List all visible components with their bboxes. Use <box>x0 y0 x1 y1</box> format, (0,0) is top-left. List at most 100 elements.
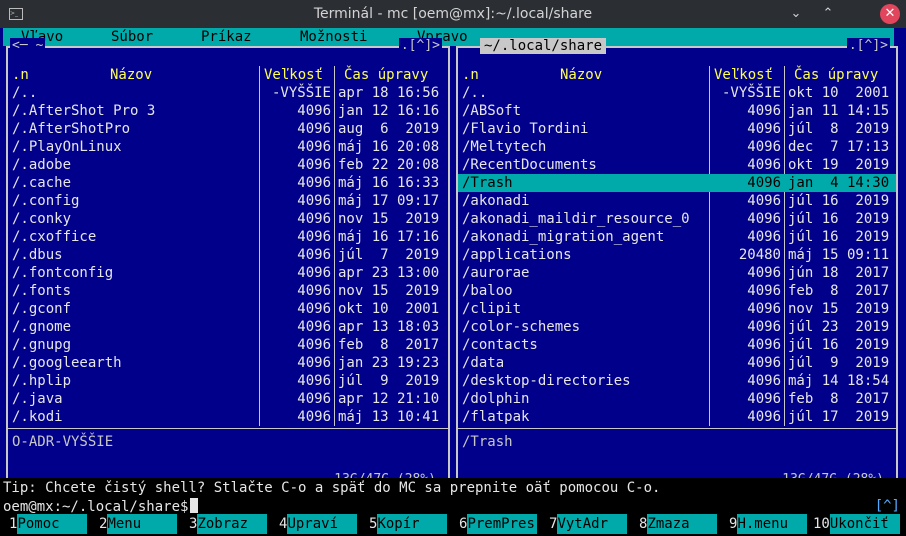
file-row[interactable]: /Trash 4096 jan 4 14:30 <box>458 174 896 192</box>
file-row[interactable]: /desktop-directories 4096 máj 14 18:54 <box>458 372 896 390</box>
file-row[interactable]: /akonadi_migration_agent 4096 júl 16 2019 <box>458 228 896 246</box>
file-row[interactable]: /baloo 4096 feb 8 2017 <box>458 282 896 300</box>
file-name: /.PlayOnLinux <box>12 139 122 155</box>
file-size: -VYŠŠIE <box>721 85 781 101</box>
file-row[interactable]: /.config 4096 máj 17 09:17 <box>8 192 448 210</box>
file-row[interactable]: /.gconf 4096 okt 10 2001 <box>8 300 448 318</box>
file-mtime: júl 7 2019 <box>338 247 440 263</box>
file-mtime: júl 23 2019 <box>788 319 890 335</box>
file-row[interactable]: /RecentDocuments 4096 okt 19 2019 <box>458 156 896 174</box>
maximize-icon[interactable]: ⌃ <box>818 4 838 24</box>
menu-command[interactable]: Príkaz <box>201 28 252 46</box>
file-row[interactable]: /.googleearth 4096 jan 23 19:23 <box>8 354 448 372</box>
file-row[interactable]: /.PlayOnLinux 4096 máj 16 20:08 <box>8 138 448 156</box>
shell-prompt[interactable]: oem@mx:~/.local/share$ <box>3 498 199 515</box>
fkey-10[interactable]: 10Ukončiť <box>813 514 900 534</box>
file-mtime: okt 10 2001 <box>338 301 440 317</box>
fkey-number: 8 <box>639 516 648 532</box>
file-row[interactable]: /.gnupg 4096 feb 8 2017 <box>8 336 448 354</box>
file-row[interactable]: /.cxoffice 4096 máj 16 17:16 <box>8 228 448 246</box>
file-row[interactable]: /.. -VYŠŠIE okt 10 2001 <box>458 84 896 102</box>
text-cursor <box>190 498 199 513</box>
file-row[interactable]: /.AfterShot Pro 3 4096 jan 12 16:16 <box>8 102 448 120</box>
file-row[interactable]: /.hplip 4096 júl 9 2019 <box>8 372 448 390</box>
file-row[interactable]: /akonadi_maildir_resource_0 4096 júl 16 20… <box>458 210 896 228</box>
header-time[interactable]: Čas úpravy <box>794 66 878 84</box>
right-panel-marker[interactable]: .[^]> <box>846 38 890 53</box>
fkey-6[interactable]: 6PremPres <box>459 514 538 534</box>
right-panel-header: .n Názov Veľkosť Čas úpravy <box>458 66 896 84</box>
menu-file[interactable]: Súbor <box>111 28 153 46</box>
file-size: 4096 <box>747 103 781 119</box>
file-size: 4096 <box>297 301 331 317</box>
file-row[interactable]: /.AfterShotPro 4096 aug 6 2019 <box>8 120 448 138</box>
file-name: /.hplip <box>12 373 72 389</box>
file-row[interactable]: /.dbus 4096 júl 7 2019 <box>8 246 448 264</box>
file-row[interactable]: /.fonts 4096 nov 15 2019 <box>8 282 448 300</box>
file-row[interactable]: /Flavio Tordini 4096 júl 8 2019 <box>458 120 896 138</box>
file-name: /akonadi_maildir_resource_0 <box>462 211 690 227</box>
file-size: 4096 <box>297 319 331 335</box>
file-row[interactable]: /clipit 4096 nov 15 2019 <box>458 300 896 318</box>
left-panel-path[interactable]: <─ ~ <box>10 38 46 53</box>
file-row[interactable]: /.java 4096 apr 12 21:10 <box>8 390 448 408</box>
file-row[interactable]: /contacts 4096 júl 16 2019 <box>458 336 896 354</box>
file-mtime: júl 16 2019 <box>788 193 890 209</box>
file-size: 4096 <box>747 283 781 299</box>
file-mtime: jan 4 14:30 <box>788 175 890 191</box>
header-size[interactable]: Veľkosť <box>714 66 773 84</box>
file-row[interactable]: /flatpak 4096 júl 17 2019 <box>458 408 896 426</box>
fkey-8[interactable]: 8Zmaza <box>639 514 718 534</box>
left-panel[interactable]: <─ ~ .[^]> .n Názov Veľkosť Čas úpravy /… <box>6 38 450 487</box>
fkey-label: Menu <box>107 514 178 534</box>
file-row[interactable]: /dolphin 4096 feb 8 2017 <box>458 390 896 408</box>
close-icon[interactable]: ✕ <box>880 4 900 24</box>
header-name[interactable]: Názov <box>560 66 602 84</box>
tip-text: Tip: Chcete čistý shell? Stlačte C-o a s… <box>3 480 661 496</box>
right-panel[interactable]: ~/.local/share .[^]> .n Názov Veľkosť Ča… <box>456 38 898 487</box>
fkey-5[interactable]: 5Kopír <box>369 514 448 534</box>
file-size: 4096 <box>747 337 781 353</box>
file-row[interactable]: /.adobe 4096 feb 22 20:08 <box>8 156 448 174</box>
file-row[interactable]: /aurorae 4096 jún 18 2017 <box>458 264 896 282</box>
file-row[interactable]: /.kodi 4096 máj 13 10:41 <box>8 408 448 426</box>
fkey-7[interactable]: 7VytAdr <box>549 514 628 534</box>
header-name[interactable]: Názov <box>110 66 152 84</box>
left-panel-marker[interactable]: .[^]> <box>398 38 442 53</box>
minimize-icon[interactable]: ⌄ <box>786 4 806 24</box>
file-size: 4096 <box>297 229 331 245</box>
fkey-1[interactable]: 1Pomoc <box>9 514 88 534</box>
function-key-bar: 1Pomoc 2Menu 3Zobraz 4Upraví 5Kopír 6PremPres… <box>0 514 906 534</box>
file-row[interactable]: /akonadi 4096 júl 16 2019 <box>458 192 896 210</box>
menu-options[interactable]: Možnosti <box>300 28 367 46</box>
header-n[interactable]: .n <box>462 66 479 84</box>
terminal-area[interactable]: Vľavo Súbor Príkaz Možnosti Vpravo <─ ~ … <box>0 28 906 536</box>
file-row[interactable]: /data 4096 júl 9 2019 <box>458 354 896 372</box>
file-name: /color-schemes <box>462 319 581 335</box>
fkey-3[interactable]: 3Zobraz <box>189 514 268 534</box>
file-size: 4096 <box>747 409 781 425</box>
prompt-marker[interactable]: [^] <box>875 498 900 514</box>
file-row[interactable]: /ABSoft 4096 jan 11 14:15 <box>458 102 896 120</box>
file-row[interactable]: /color-schemes 4096 júl 23 2019 <box>458 318 896 336</box>
file-row[interactable]: /.conky 4096 nov 15 2019 <box>8 210 448 228</box>
fkey-4[interactable]: 4Upraví <box>279 514 358 534</box>
file-size: 4096 <box>297 409 331 425</box>
header-size[interactable]: Veľkosť <box>264 66 323 84</box>
file-row[interactable]: /.gnome 4096 apr 13 18:03 <box>8 318 448 336</box>
right-panel-path[interactable]: ~/.local/share <box>480 38 607 54</box>
file-row[interactable]: /.cache 4096 máj 16 16:33 <box>8 174 448 192</box>
file-name: /.. <box>462 85 488 101</box>
file-row[interactable]: /.fontconfig 4096 apr 23 13:00 <box>8 264 448 282</box>
file-row[interactable]: /.. -VYŠŠIE apr 18 16:56 <box>8 84 448 102</box>
file-name: /clipit <box>462 301 522 317</box>
fkey-label: PremPres <box>467 514 538 534</box>
file-name: /Trash <box>462 175 513 191</box>
file-row[interactable]: /Meltytech 4096 dec 7 17:13 <box>458 138 896 156</box>
fkey-2[interactable]: 2Menu <box>99 514 178 534</box>
file-row[interactable]: /applications 20480 máj 15 09:11 <box>458 246 896 264</box>
fkey-9[interactable]: 9H.menu <box>729 514 808 534</box>
fkey-number: 6 <box>459 516 468 532</box>
header-time[interactable]: Čas úpravy <box>344 66 428 84</box>
header-n[interactable]: .n <box>12 66 29 84</box>
